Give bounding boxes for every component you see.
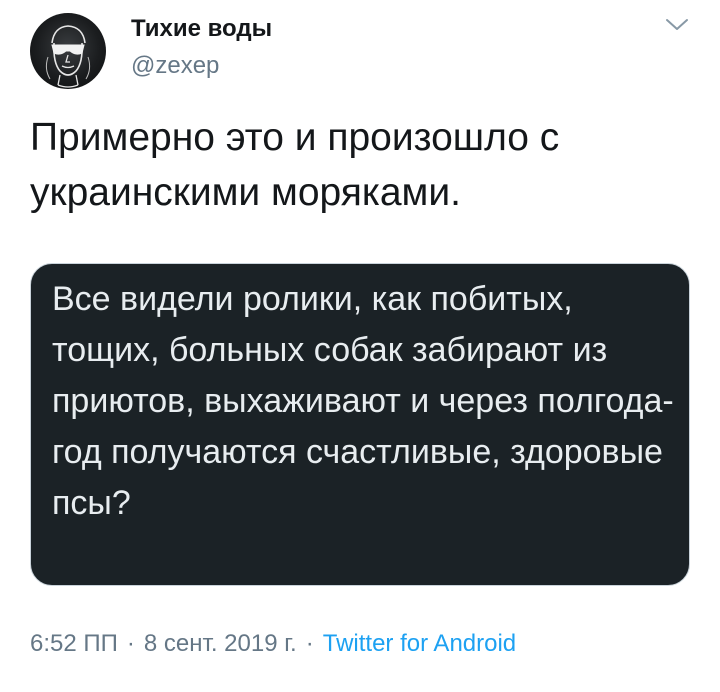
meta-separator: ·: [126, 630, 135, 657]
tweet-source-link[interactable]: Twitter for Android: [323, 630, 516, 657]
image-caption-text: Все видели ролики, как побитых, тощих, б…: [52, 280, 674, 522]
author-handle[interactable]: @zexep: [131, 52, 219, 80]
tweet-time[interactable]: 6:52 ПП: [30, 630, 118, 657]
tweet-meta: 6:52 ПП · 8 сент. 2019 г. · Twitter for Andr…: [30, 630, 516, 658]
chevron-down-icon[interactable]: [664, 16, 690, 34]
tweet: Тихие воды @zexep Примерно это и произош…: [0, 0, 720, 692]
tweet-text: Примерно это и произошло с украинскими м…: [30, 116, 560, 214]
author-name[interactable]: Тихие воды: [131, 15, 272, 43]
meta-separator: ·: [305, 630, 314, 657]
masked-face-icon: [45, 25, 91, 88]
attached-image[interactable]: Все видели ролики, как побитых, тощих, б…: [30, 263, 690, 586]
tweet-date[interactable]: 8 сент. 2019 г.: [144, 630, 297, 657]
author-avatar[interactable]: [30, 13, 106, 89]
